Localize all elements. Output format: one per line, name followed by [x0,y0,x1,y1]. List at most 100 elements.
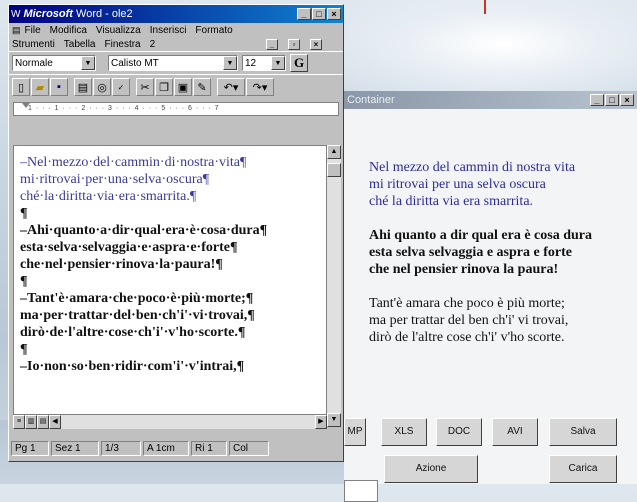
avi-button[interactable]: AVI [492,418,538,446]
text-line: –Nel·mezzo·del·cammin·di·nostra·vita¶ [20,155,247,170]
azione-button[interactable]: Azione [384,455,478,483]
container-maximize-button[interactable]: □ [605,94,619,106]
style-combo[interactable]: Normale ▼ [12,55,96,71]
text-line: ché·la·diritta·via·era·smarrita.¶ [20,189,197,204]
bold-button[interactable]: G [290,54,308,72]
menu-inserisci[interactable]: Inserisci [150,25,187,36]
chevron-down-icon[interactable]: ▼ [81,56,95,70]
page-view-icon[interactable]: ▥ [25,415,37,429]
spelling-icon[interactable]: ✓ [112,78,130,96]
outline-view-icon[interactable]: ▤ [37,415,49,429]
status-position: A 1cm [143,440,189,456]
doc-restore-button[interactable]: ▫ [288,38,300,50]
cut-icon[interactable]: ✂ [136,78,154,96]
font-size-combo[interactable]: 12 ▼ [242,55,286,71]
ruler-ticks: 1 · · · 1 · · · 2 · · · 3 · · · 4 · · · … [28,105,220,112]
document-control-icon[interactable]: ▤ [12,25,21,36]
salva-button[interactable]: Salva [549,418,617,446]
menu-visualizza[interactable]: Visualizza [96,25,141,36]
container-body: Nel mezzo del cammin di nostra vita mi ri… [344,109,637,502]
doc-minimize-button[interactable]: _ [266,38,278,50]
scroll-down-button[interactable]: ▼ [327,413,341,427]
formatting-toolbar: Normale ▼ Calisto MT ▼ 12 ▼ G [9,51,343,74]
word-window: W Microsoft Word - ole2 _ □ × ▤ File Mod… [8,4,344,462]
container-minimize-button[interactable]: _ [590,94,604,106]
xls-button[interactable]: XLS [381,418,427,446]
selection-box[interactable] [344,480,378,502]
bmp-button[interactable]: MP [344,418,366,446]
text-line: che·nel·pensier·rinova·la·paura!¶ [20,257,223,272]
undo-icon[interactable]: ↶▾ [217,78,245,96]
standard-toolbar: ▯ ▰ ▪ ▤ ◎ ✓ ✂ ❐ ▣ ✎ ↶▾ ↷▾ [9,74,343,99]
menu-finestra[interactable]: Finestra [105,39,141,50]
close-button[interactable]: × [327,8,341,20]
container-title: Container [347,94,395,106]
status-page: Pg 1 [11,440,49,456]
doc-close-button[interactable]: × [310,38,322,50]
menu-bar-row2: Strumenti Tabella Finestra 2 _ ▫ × [9,37,343,51]
scroll-up-button[interactable]: ▲ [327,145,341,159]
container-close-button[interactable]: × [620,94,634,106]
minimize-button[interactable]: _ [297,8,311,20]
scroll-right-button[interactable]: ▶ [315,415,327,429]
new-document-icon[interactable]: ▯ [12,78,30,96]
print-icon[interactable]: ▤ [74,78,92,96]
text-line: che nel pensier rinova la paura! [369,262,559,277]
document-text[interactable]: –Nel·mezzo·del·cammin·di·nostra·vita¶ mi·… [14,146,326,375]
container-window: Container _ □ × Nel mezzo del cammin di … [344,91,637,502]
ole-text-display[interactable]: Nel mezzo del cammin di nostra vita mi ri… [369,159,637,346]
redo-icon[interactable]: ↷▾ [246,78,274,96]
title-app: Microsoft [23,8,73,20]
menu-modifica[interactable]: Modifica [50,25,87,36]
maximize-button[interactable]: □ [312,8,326,20]
decorative-mark [484,0,486,14]
open-folder-icon[interactable]: ▰ [31,78,49,96]
scroll-thumb[interactable] [327,163,341,177]
text-line: esta selva selvaggia e aspra e forte [369,245,572,260]
text-line: –Io·non·so·ben·ridir·com'i'·v'intrai,¶ [20,359,245,374]
status-pages: 1/3 [101,440,141,456]
status-section: Sez 1 [51,440,99,456]
text-line: ma·per·trattar·del·ben·ch'i'·vi·trovai,¶ [20,308,255,323]
print-preview-icon[interactable]: ◎ [93,78,111,96]
normal-view-icon[interactable]: ≡ [13,415,25,429]
menu-file[interactable]: File [25,25,41,36]
word-window-title: Microsoft Word - ole2 [23,8,296,20]
menu-bar-row1: ▤ File Modifica Visualizza Inserisci For… [9,23,343,37]
text-line: ¶ [20,206,28,221]
status-line: Ri 1 [191,440,227,456]
ruler[interactable]: 1 · · · 1 · · · 2 · · · 3 · · · 4 · · · … [13,102,339,116]
horizontal-scrollbar[interactable]: ≡ ▥ ▤ ◀ ▶ [13,415,327,429]
status-bar: Pg 1 Sez 1 1/3 A 1cm Ri 1 Col [11,439,341,457]
scroll-left-button[interactable]: ◀ [49,415,61,429]
text-line: esta·selva·selvaggia·e·aspra·e·forte¶ [20,240,238,255]
chevron-down-icon[interactable]: ▼ [223,56,237,70]
font-value: Calisto MT [111,57,159,69]
menu-tabella[interactable]: Tabella [64,39,96,50]
paste-icon[interactable]: ▣ [174,78,192,96]
menu-strumenti[interactable]: Strumenti [12,39,55,50]
container-titlebar[interactable]: Container _ □ × [344,91,637,109]
document-area[interactable]: –Nel·mezzo·del·cammin·di·nostra·vita¶ mi·… [13,145,327,415]
carica-button[interactable]: Carica [549,455,617,483]
menu-help[interactable]: 2 [150,39,156,50]
text-line: Nel mezzo del cammin di nostra vita [369,160,576,175]
word-app-icon[interactable]: W [11,9,20,20]
menu-formato[interactable]: Formato [195,25,232,36]
text-line: ché la diritta via era smarrita. [369,194,534,209]
copy-icon[interactable]: ❐ [155,78,173,96]
chevron-down-icon[interactable]: ▼ [271,56,285,70]
text-line: dirò·de·l'altre·cose·ch'i'·v'ho·scorte.¶ [20,325,246,340]
format-painter-icon[interactable]: ✎ [193,78,211,96]
doc-button[interactable]: DOC [436,418,482,446]
font-combo[interactable]: Calisto MT ▼ [108,55,238,71]
text-line: –Tant'è·amara·che·poco·è·più·morte;¶ [20,291,254,306]
vertical-scrollbar[interactable]: ▲ ▼ [327,145,341,427]
document-window-controls: _ ▫ × [265,38,331,50]
text-line: Tant'è amara che poco è più morte; [369,296,565,311]
save-icon[interactable]: ▪ [50,78,68,96]
text-line: mi ritrovai per una selva oscura [369,177,546,192]
word-titlebar[interactable]: W Microsoft Word - ole2 _ □ × [9,5,343,23]
